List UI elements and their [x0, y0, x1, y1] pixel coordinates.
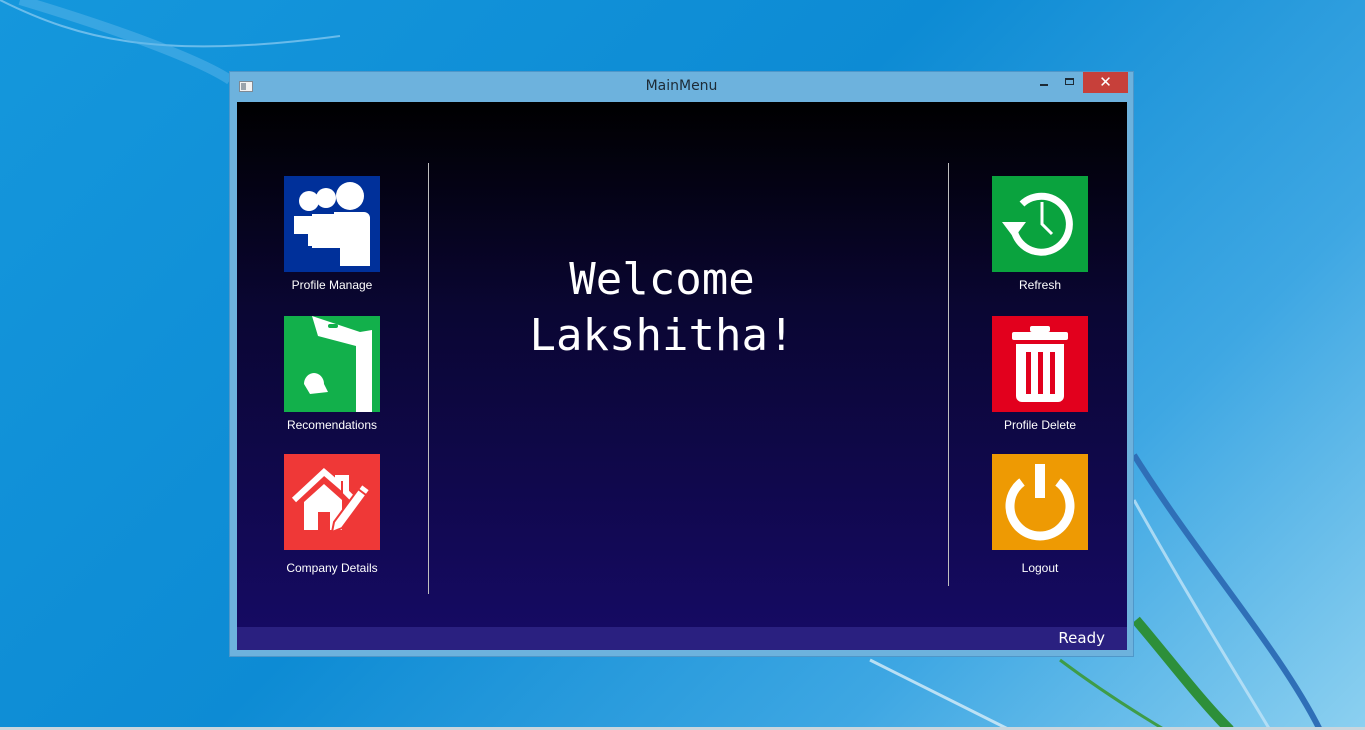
profile-delete-tile[interactable] [992, 316, 1088, 412]
refresh-label: Refresh [1018, 278, 1062, 292]
refresh-tile[interactable] [992, 176, 1088, 272]
welcome-line-2: Lakshitha! [529, 310, 795, 361]
company-details-label: Company Details [286, 561, 378, 575]
profile-delete-label: Profile Delete [1003, 418, 1077, 432]
title-bar[interactable]: MainMenu ✕ [230, 72, 1133, 102]
welcome-message: Welcome Lakshitha! [477, 252, 847, 364]
logout-label: Logout [1021, 561, 1059, 575]
house-edit-icon [291, 467, 372, 534]
profile-manage-label: Profile Manage [291, 278, 373, 292]
close-icon: ✕ [1099, 73, 1112, 91]
box-icon [304, 316, 372, 412]
recommendations-tile[interactable] [284, 316, 380, 412]
company-details-tile[interactable] [284, 454, 380, 550]
users-icon [294, 182, 370, 266]
logout-tile[interactable] [992, 454, 1088, 550]
recommendations-label: Recomendations [286, 418, 378, 432]
close-button[interactable]: ✕ [1083, 72, 1128, 93]
main-menu-window: MainMenu ✕ Profile Manage Recomendations… [229, 71, 1134, 657]
window-title: MainMenu [645, 78, 718, 94]
welcome-line-1: Welcome [569, 254, 755, 305]
status-text: Ready [1058, 629, 1105, 647]
status-bar: Ready [237, 627, 1127, 650]
minimize-button[interactable] [1031, 72, 1057, 93]
left-divider [428, 163, 429, 594]
minimize-icon [1040, 84, 1048, 86]
main-panel: Profile Manage Recomendations Company De… [237, 102, 1127, 627]
power-icon [1005, 464, 1075, 541]
trash-icon [1012, 326, 1068, 402]
maximize-button[interactable] [1057, 72, 1083, 93]
maximize-icon [1065, 78, 1074, 85]
history-clock-icon [1002, 192, 1073, 256]
right-divider [948, 163, 949, 586]
profile-manage-tile[interactable] [284, 176, 380, 272]
